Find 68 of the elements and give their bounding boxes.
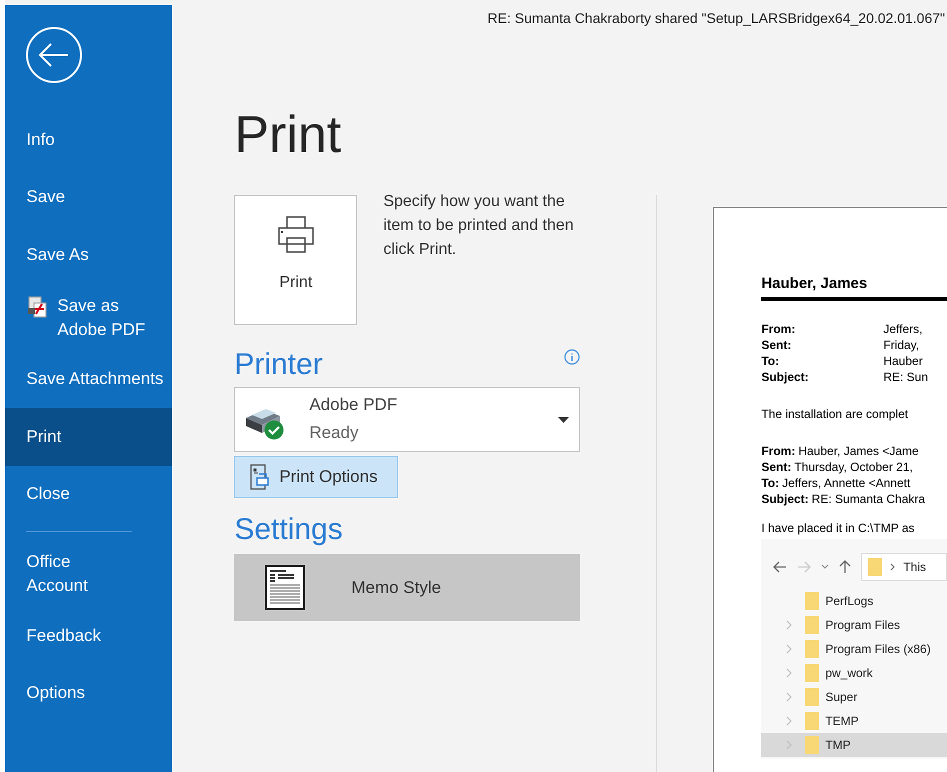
folder-row[interactable]: pw_work bbox=[761, 661, 947, 685]
chevron-right-icon bbox=[890, 563, 896, 571]
menu-item[interactable]: Save bbox=[5, 168, 172, 226]
field-value: Hauber bbox=[883, 353, 923, 369]
print-hint: Specify how you want the item to be printed and then click Print. bbox=[383, 192, 575, 260]
field-label: From: bbox=[761, 321, 796, 337]
field-label: To: bbox=[761, 475, 780, 491]
back-arrow-icon bbox=[773, 561, 788, 573]
field-value: Jeffers, bbox=[883, 321, 922, 337]
forward-arrow-icon bbox=[797, 561, 812, 573]
print-options-icon bbox=[249, 464, 272, 490]
menu-item[interactable]: Office Account bbox=[5, 540, 172, 607]
menu-item[interactable]: Options bbox=[5, 664, 172, 722]
folder-row[interactable]: Program Files (x86) bbox=[761, 637, 947, 661]
window-title: RE: Sumanta Chakraborty shared "Setup_LARSBridgex64_20.02.01.067" bbox=[488, 9, 945, 28]
print-options-button[interactable]: Print Options bbox=[234, 456, 398, 498]
folder-icon bbox=[805, 688, 820, 706]
chevron-down-icon bbox=[821, 564, 830, 570]
field-value: Jeffers, Annette <Annett bbox=[782, 475, 910, 491]
dropdown-caret-icon bbox=[558, 416, 570, 422]
back-icon[interactable] bbox=[25, 26, 84, 84]
field-label: To: bbox=[761, 353, 780, 369]
folder-icon bbox=[805, 592, 820, 610]
pdf-file-icon bbox=[26, 296, 48, 318]
memo-style-icon bbox=[264, 564, 306, 610]
menu-item[interactable]: Feedback bbox=[5, 607, 172, 664]
field-value: RE: Sun bbox=[883, 369, 928, 385]
field-value: Hauber, James <Jame bbox=[798, 443, 919, 459]
folder-row[interactable]: TEMP bbox=[761, 709, 947, 733]
memo-style-label: Memo Style bbox=[351, 576, 442, 599]
printer-status: Ready bbox=[309, 422, 360, 444]
menu-item[interactable]: Print bbox=[5, 408, 172, 466]
folder-icon bbox=[868, 558, 882, 576]
field-label: Subject: bbox=[761, 369, 810, 385]
menu-item[interactable]: Info bbox=[5, 111, 172, 168]
field-label: From: bbox=[761, 443, 796, 459]
sender-name: Hauber, James bbox=[761, 274, 868, 294]
folder-row[interactable]: Super bbox=[761, 685, 947, 709]
info-icon[interactable] bbox=[564, 349, 580, 365]
field-label: Sent: bbox=[761, 459, 792, 475]
folder-row[interactable]: TMP bbox=[761, 733, 947, 757]
folder-row[interactable]: PerfLogs bbox=[761, 589, 947, 613]
page-heading: Print bbox=[234, 105, 342, 165]
section-heading: Printer bbox=[234, 347, 323, 383]
field-value: Friday, bbox=[883, 337, 920, 353]
menu-item[interactable]: Save Attachments bbox=[5, 350, 172, 408]
folder-icon bbox=[805, 640, 820, 658]
printer-name: Adobe PDF bbox=[309, 394, 398, 416]
message-text: I have placed it in C:\TMP as bbox=[761, 520, 916, 537]
print-button[interactable]: Print bbox=[234, 195, 358, 325]
address-bar: This bbox=[861, 553, 947, 581]
folder-icon bbox=[805, 736, 820, 754]
field-label: Subject: bbox=[761, 491, 809, 507]
field-value: Thursday, October 21, bbox=[794, 459, 913, 475]
memo-style-option[interactable]: Memo Style bbox=[234, 554, 580, 621]
menu-item[interactable]: Save as Adobe PDF bbox=[5, 284, 172, 350]
folder-icon bbox=[805, 616, 820, 634]
message-text: The installation are complet bbox=[761, 406, 910, 423]
field-label: Sent: bbox=[761, 337, 792, 353]
field-value: RE: Sumanta Chakra bbox=[812, 491, 926, 507]
menu-item[interactable]: Save As bbox=[5, 226, 172, 284]
printer-dropdown[interactable]: Adobe PDF Ready bbox=[234, 387, 580, 452]
menu-item[interactable]: Close bbox=[5, 466, 172, 523]
folder-row[interactable]: Program Files bbox=[761, 613, 947, 637]
folder-icon bbox=[805, 664, 820, 682]
folder-icon bbox=[805, 712, 820, 730]
section-heading: Settings bbox=[234, 512, 344, 548]
up-arrow-icon bbox=[839, 560, 852, 574]
